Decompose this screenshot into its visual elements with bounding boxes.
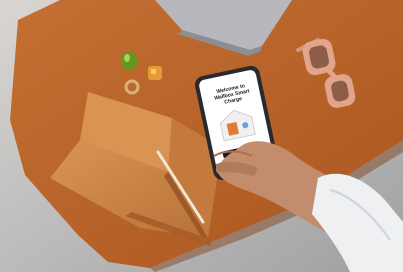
green-glass-object [121,52,137,70]
photo-illustration [0,0,403,272]
photo-scene: Welcome to Wallbox Smart Charge [0,0,403,272]
